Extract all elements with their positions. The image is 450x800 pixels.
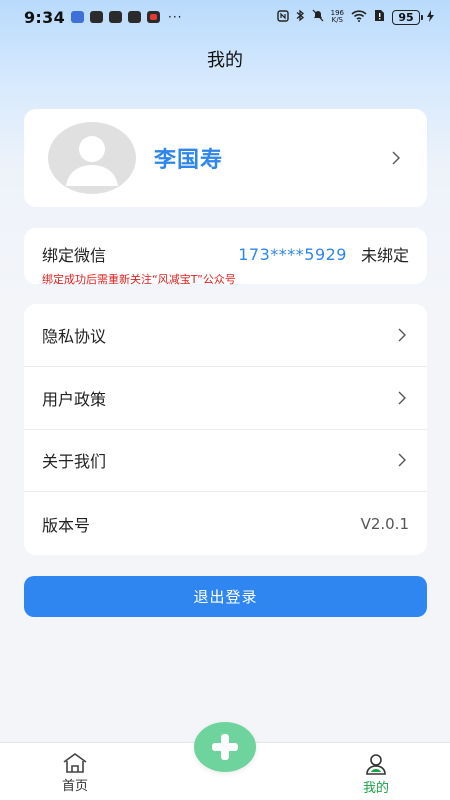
user-icon <box>366 754 386 775</box>
app-notification-icon <box>90 11 103 23</box>
app-notification-icon <box>128 11 141 23</box>
battery-indicator: 95 <box>392 9 423 25</box>
chevron-right-icon <box>392 151 400 165</box>
status-time: 9:34 <box>24 7 65 27</box>
bind-wechat-label: 绑定微信 <box>42 246 107 265</box>
bind-wechat-card[interactable]: 绑定微信 173****5929 未绑定 绑定成功后需重新关注“风减宝T”公众号 <box>24 228 427 286</box>
bluetooth-icon <box>296 9 305 25</box>
network-speed: 196 K/S <box>330 9 344 24</box>
nav-mine-label: 我的 <box>362 781 389 796</box>
chevron-right-icon <box>398 328 406 342</box>
app-notification-icon <box>109 11 122 23</box>
logout-button[interactable]: 退出登录 <box>24 576 427 617</box>
wifi-icon <box>351 9 367 25</box>
menu-item-label: 用户政策 <box>42 389 107 409</box>
menu-item-label: 关于我们 <box>42 452 107 472</box>
bind-wechat-row[interactable]: 绑定微信 173****5929 未绑定 <box>42 242 409 266</box>
page-title: 我的 <box>207 50 243 71</box>
status-bar-left: 9:34 ··· <box>24 8 182 27</box>
menu-item-about-us[interactable]: 关于我们 <box>24 430 427 493</box>
profile-card[interactable]: 李国寿 <box>24 109 427 207</box>
bound-phone-number: 173****5929 <box>238 244 347 264</box>
version-value: V2.0.1 <box>360 514 409 533</box>
nfc-icon <box>276 9 289 25</box>
home-icon <box>63 753 87 773</box>
nav-mine[interactable]: 我的 <box>346 753 406 796</box>
menu-item-version: 版本号 V2.0.1 <box>24 492 427 555</box>
menu-item-user-policy[interactable]: 用户政策 <box>24 367 427 430</box>
add-button[interactable] <box>194 722 256 772</box>
menu-item-privacy[interactable]: 隐私协议 <box>24 304 427 367</box>
status-bar: 9:34 ··· 196 K/S 95 <box>0 0 450 34</box>
more-notifications-icon: ··· <box>168 10 183 24</box>
chevron-right-icon <box>398 453 406 467</box>
mute-bell-icon <box>312 9 324 25</box>
sim-alert-icon <box>374 9 385 25</box>
menu-item-label: 隐私协议 <box>42 326 107 346</box>
app-notification-icon <box>71 11 84 23</box>
app-notification-icon <box>147 11 160 23</box>
plus-icon <box>212 734 238 760</box>
charging-icon <box>427 9 434 25</box>
default-avatar-icon <box>66 136 118 186</box>
nav-home-label: 首页 <box>61 779 88 794</box>
bind-note: 绑定成功后需重新关注“风减宝T”公众号 <box>42 273 236 286</box>
chevron-right-icon <box>398 391 406 405</box>
settings-menu: 隐私协议 用户政策 关于我们 版本号 V2.0.1 <box>24 304 427 555</box>
status-bar-right: 196 K/S 95 <box>276 9 434 25</box>
profile-name: 李国寿 <box>154 148 224 173</box>
nav-home[interactable]: 首页 <box>45 753 105 794</box>
bind-status: 未绑定 <box>360 246 409 265</box>
menu-item-label: 版本号 <box>42 515 91 535</box>
avatar[interactable] <box>48 122 136 194</box>
